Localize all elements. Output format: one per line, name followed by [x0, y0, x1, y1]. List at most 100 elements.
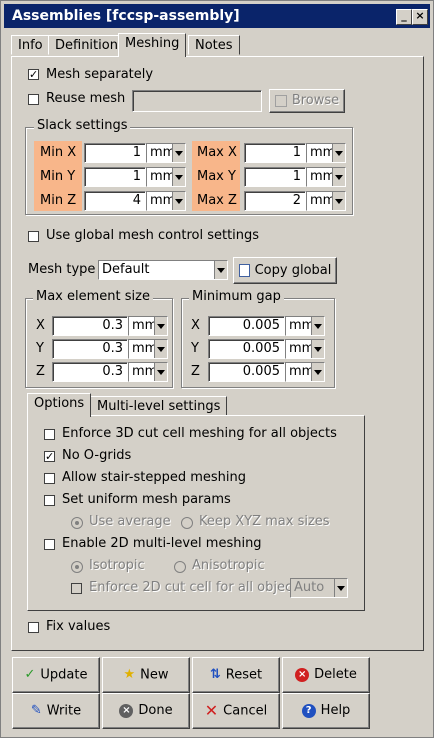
- enable-2d-checkbox[interactable]: [44, 539, 55, 550]
- chevron-down-icon: [154, 317, 167, 335]
- enforce-3d-label: Enforce 3D cut cell meshing for all obje…: [62, 426, 337, 441]
- slack-min-z-label: Min Z: [40, 193, 77, 208]
- max-element-z-field[interactable]: 0.3: [52, 362, 128, 382]
- slack-max-z-label: Max Z: [197, 193, 237, 208]
- cancel-label: Cancel: [223, 703, 268, 719]
- stair-stepped-label: Allow stair-stepped meshing: [62, 470, 247, 485]
- uniform-params-label: Set uniform mesh params: [62, 492, 231, 507]
- chevron-down-icon: [172, 144, 185, 162]
- stair-stepped-checkbox[interactable]: [44, 473, 55, 484]
- mesh-type-value: Default: [102, 262, 150, 277]
- slack-max-y-label: Max Y: [197, 169, 236, 184]
- slack-min-x-field[interactable]: 1: [84, 143, 146, 163]
- mesh-separately-checkbox[interactable]: ✓: [28, 69, 39, 80]
- assemblies-dialog: Assemblies [fccsp-assembly] _ × Info Def…: [0, 0, 434, 738]
- delete-label: Delete: [314, 667, 357, 682]
- star-icon: ★: [123, 667, 136, 682]
- slack-max-z-unit[interactable]: mm: [306, 191, 346, 211]
- min-gap-y-field[interactable]: 0.005: [208, 339, 285, 359]
- minimize-button[interactable]: _: [396, 9, 412, 25]
- use-global-checkbox[interactable]: [28, 231, 39, 242]
- max-element-y-field[interactable]: 0.3: [52, 339, 128, 359]
- new-button[interactable]: ★ New: [102, 657, 190, 693]
- min-gap-y-label: Y: [191, 341, 199, 356]
- keep-xyz-radio[interactable]: [181, 517, 193, 529]
- max-element-z-label: Z: [36, 364, 45, 379]
- subtab-multi-level[interactable]: Multi-level settings: [90, 396, 228, 416]
- slack-min-x-unit[interactable]: mm: [146, 143, 186, 163]
- max-element-x-label: X: [36, 318, 45, 333]
- enforce-2d-select[interactable]: Auto: [290, 578, 348, 598]
- enable-2d-label: Enable 2D multi-level meshing: [62, 536, 262, 551]
- copy-global-button[interactable]: Copy global: [233, 257, 337, 284]
- max-element-x-field[interactable]: 0.3: [52, 316, 128, 336]
- tab-info[interactable]: Info: [11, 35, 50, 55]
- close-button[interactable]: ×: [412, 9, 428, 25]
- min-gap-x-unit[interactable]: mm: [285, 316, 325, 336]
- reuse-mesh-label: Reuse mesh: [46, 91, 126, 106]
- delete-icon: ×: [295, 667, 310, 682]
- chevron-down-icon: [214, 261, 227, 279]
- chevron-down-icon: [172, 168, 185, 186]
- slack-max-x-unit[interactable]: mm: [306, 143, 346, 163]
- slack-min-y-unit[interactable]: mm: [146, 167, 186, 187]
- mesh-separately-label: Mesh separately: [46, 67, 154, 82]
- use-average-radio[interactable]: [71, 517, 83, 529]
- mesh-type-select[interactable]: Default: [98, 260, 228, 280]
- min-gap-x-field[interactable]: 0.005: [208, 316, 285, 336]
- slack-max-z-field[interactable]: 2: [244, 191, 306, 211]
- slack-min-y-field[interactable]: 1: [84, 167, 146, 187]
- min-gap-z-unit[interactable]: mm: [285, 362, 325, 382]
- min-gap-y-unit[interactable]: mm: [285, 339, 325, 359]
- reuse-mesh-checkbox[interactable]: [28, 94, 39, 105]
- no-ogrids-checkbox[interactable]: ✓: [44, 451, 55, 462]
- slack-min-z-field[interactable]: 4: [84, 191, 146, 211]
- chevron-down-icon: [311, 340, 324, 358]
- tab-meshing[interactable]: Meshing: [118, 33, 187, 57]
- reset-button[interactable]: ⇅ Reset: [192, 657, 280, 693]
- max-element-size-title: Max element size: [33, 289, 153, 304]
- enforce-2d-select-value: Auto: [294, 580, 325, 595]
- write-button[interactable]: ✎ Write: [12, 693, 100, 729]
- slack-max-y-unit[interactable]: mm: [306, 167, 346, 187]
- isotropic-radio[interactable]: [71, 561, 83, 573]
- browse-button[interactable]: Browse: [269, 89, 345, 113]
- min-gap-z-label: Z: [191, 364, 200, 379]
- max-element-y-unit[interactable]: mm: [128, 339, 168, 359]
- cancel-icon: ✕: [204, 701, 219, 720]
- help-icon: ?: [301, 703, 316, 718]
- delete-button[interactable]: × Delete: [282, 657, 370, 693]
- update-label: Update: [40, 667, 88, 683]
- fix-values-checkbox[interactable]: [28, 622, 39, 633]
- slack-max-y-field[interactable]: 1: [244, 167, 306, 187]
- max-element-x-unit[interactable]: mm: [128, 316, 168, 336]
- chevron-down-icon: [154, 363, 167, 381]
- browse-icon: [274, 94, 287, 107]
- uniform-params-checkbox[interactable]: [44, 495, 55, 506]
- help-button[interactable]: ? Help: [282, 693, 370, 729]
- reuse-mesh-path-field[interactable]: [132, 90, 262, 112]
- anisotropic-radio[interactable]: [174, 561, 186, 573]
- tab-notes[interactable]: Notes: [188, 35, 240, 55]
- no-ogrids-label: No O-grids: [62, 448, 132, 463]
- update-button[interactable]: ✓ Update: [12, 657, 100, 693]
- slack-min-y-label: Min Y: [40, 169, 76, 184]
- tab-definition[interactable]: Definition: [48, 35, 125, 55]
- fix-values-label: Fix values: [46, 619, 111, 634]
- enforce-2d-checkbox[interactable]: [71, 583, 82, 594]
- enforce-3d-checkbox[interactable]: [44, 429, 55, 440]
- done-button[interactable]: × Done: [102, 693, 190, 729]
- max-element-z-unit[interactable]: mm: [128, 362, 168, 382]
- reset-label: Reset: [225, 667, 263, 683]
- checkmark-icon: ✓: [24, 667, 36, 682]
- chevron-down-icon: [332, 144, 345, 162]
- slack-max-x-field[interactable]: 1: [244, 143, 306, 163]
- cancel-button[interactable]: ✕ Cancel: [192, 693, 280, 729]
- min-gap-z-field[interactable]: 0.005: [208, 362, 285, 382]
- max-element-y-label: Y: [36, 341, 44, 356]
- anisotropic-label: Anisotropic: [192, 558, 265, 573]
- copy-icon: [238, 264, 250, 277]
- browse-label: Browse: [291, 93, 340, 108]
- subtab-options[interactable]: Options: [27, 393, 92, 417]
- slack-min-z-unit[interactable]: mm: [146, 191, 186, 211]
